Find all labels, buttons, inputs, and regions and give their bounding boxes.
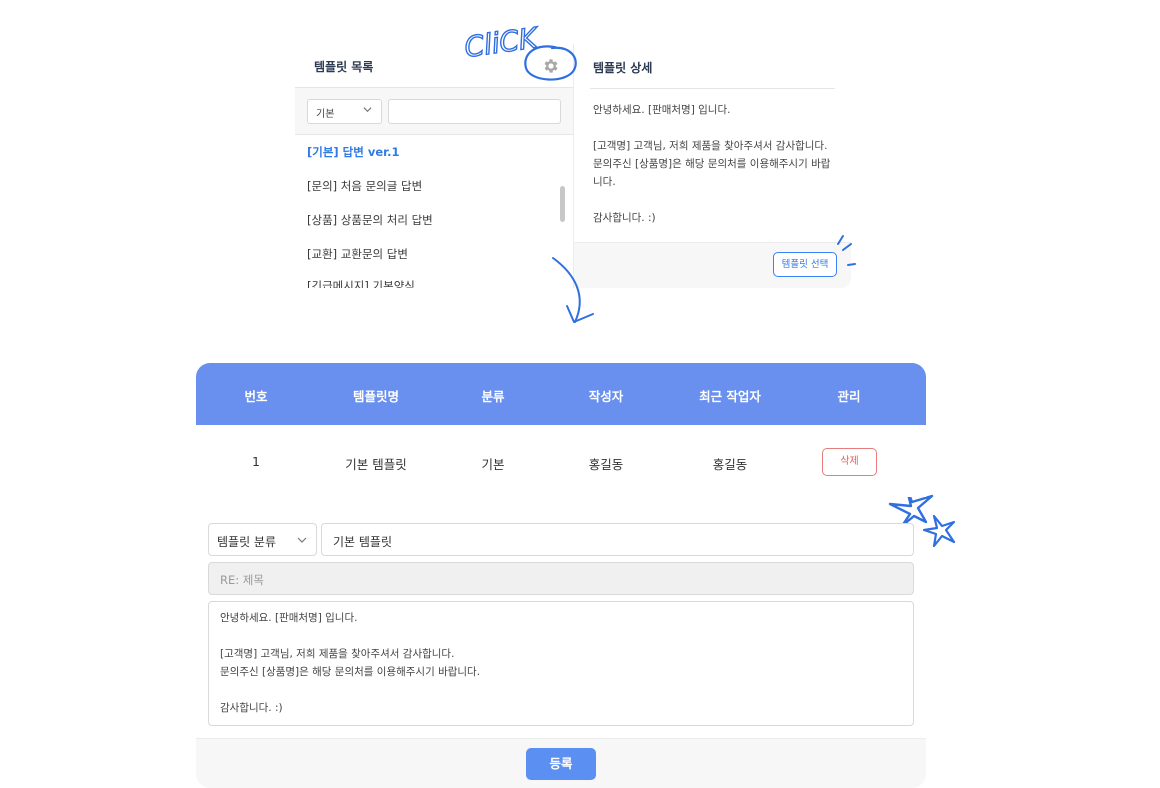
delete-button[interactable]: 삭제 xyxy=(822,448,877,476)
template-list-item[interactable]: [긴급메시지] 기본양식 xyxy=(307,278,415,288)
template-list-item[interactable]: [교환] 교환문의 답변 xyxy=(307,246,408,262)
detail-body-text: 안녕하세요. [판매처명] 입니다. [고객명] 고객님, 저희 제품을 찾아주… xyxy=(593,104,831,224)
form-footer: 등록 xyxy=(196,738,926,788)
cell-number: 1 xyxy=(252,454,260,469)
column-header-author: 작성자 xyxy=(588,389,624,404)
subject-input[interactable]: RE: 제목 xyxy=(208,562,914,595)
select-template-button[interactable]: 템플릿 선택 xyxy=(773,252,837,277)
detail-divider xyxy=(590,88,835,89)
arrow-doodle-icon xyxy=(552,257,594,323)
cell-name: 기본 템플릿 xyxy=(345,457,407,472)
column-header-last-editor: 최근 작업자 xyxy=(699,389,761,404)
cell-category: 기본 xyxy=(481,457,505,472)
chevron-down-icon xyxy=(363,107,372,113)
table-row[interactable]: 1 기본 템플릿 기본 홍길동 홍길동 삭제 xyxy=(196,425,926,497)
list-search-input[interactable] xyxy=(388,99,561,124)
detail-panel-title: 템플릿 상세 xyxy=(593,61,653,75)
sparkle-doodle-icon xyxy=(837,235,856,266)
template-list-item[interactable]: [기본] 답변 ver.1 xyxy=(307,144,400,160)
message-body-textarea[interactable]: 안녕하세요. [판매처명] 입니다. [고객명] 고객님, 저희 제품을 찾아주… xyxy=(208,601,914,726)
detail-footer: 템플릿 선택 xyxy=(574,242,851,288)
list-category-value: 기본 xyxy=(316,109,335,120)
column-header-manage: 관리 xyxy=(837,389,861,404)
column-header-name: 템플릿명 xyxy=(352,389,400,404)
chevron-down-icon xyxy=(297,537,307,543)
table-header: 번호 템플릿명 분류 작성자 최근 작업자 관리 xyxy=(196,363,926,425)
template-form: 템플릿 분류 기본 템플릿 RE: 제목 안녕하세요. [판매처명] 입니다. … xyxy=(196,505,926,788)
list-panel-title: 템플릿 목록 xyxy=(314,60,374,74)
cell-last-editor: 홍길동 xyxy=(712,457,748,472)
register-button[interactable]: 등록 xyxy=(526,748,596,780)
list-scrollbar[interactable] xyxy=(560,186,565,222)
template-list: [기본] 답변 ver.1 [문의] 처음 문의글 답변 [상품] 상품문의 처… xyxy=(295,135,565,288)
template-table: 번호 템플릿명 분류 작성자 최근 작업자 관리 1 기본 템플릿 기본 홍길동… xyxy=(196,363,926,497)
column-header-number: 번호 xyxy=(244,389,268,404)
column-header-category: 분류 xyxy=(481,389,505,404)
template-category-value: 템플릿 분류 xyxy=(217,535,277,549)
template-detail-panel: 템플릿 상세 안녕하세요. [판매처명] 입니다. [고객명] 고객님, 저희 … xyxy=(573,44,851,288)
template-list-item[interactable]: [상품] 상품문의 처리 답변 xyxy=(307,212,433,228)
template-category-select[interactable]: 템플릿 분류 xyxy=(208,523,317,556)
list-filter-bar: 기본 xyxy=(295,87,573,135)
circle-doodle-icon xyxy=(524,45,577,81)
list-category-select[interactable]: 기본 xyxy=(307,99,382,124)
cell-author: 홍길동 xyxy=(588,457,624,472)
template-list-item[interactable]: [문의] 처음 문의글 답변 xyxy=(307,178,422,194)
template-name-input[interactable]: 기본 템플릿 xyxy=(321,523,914,556)
